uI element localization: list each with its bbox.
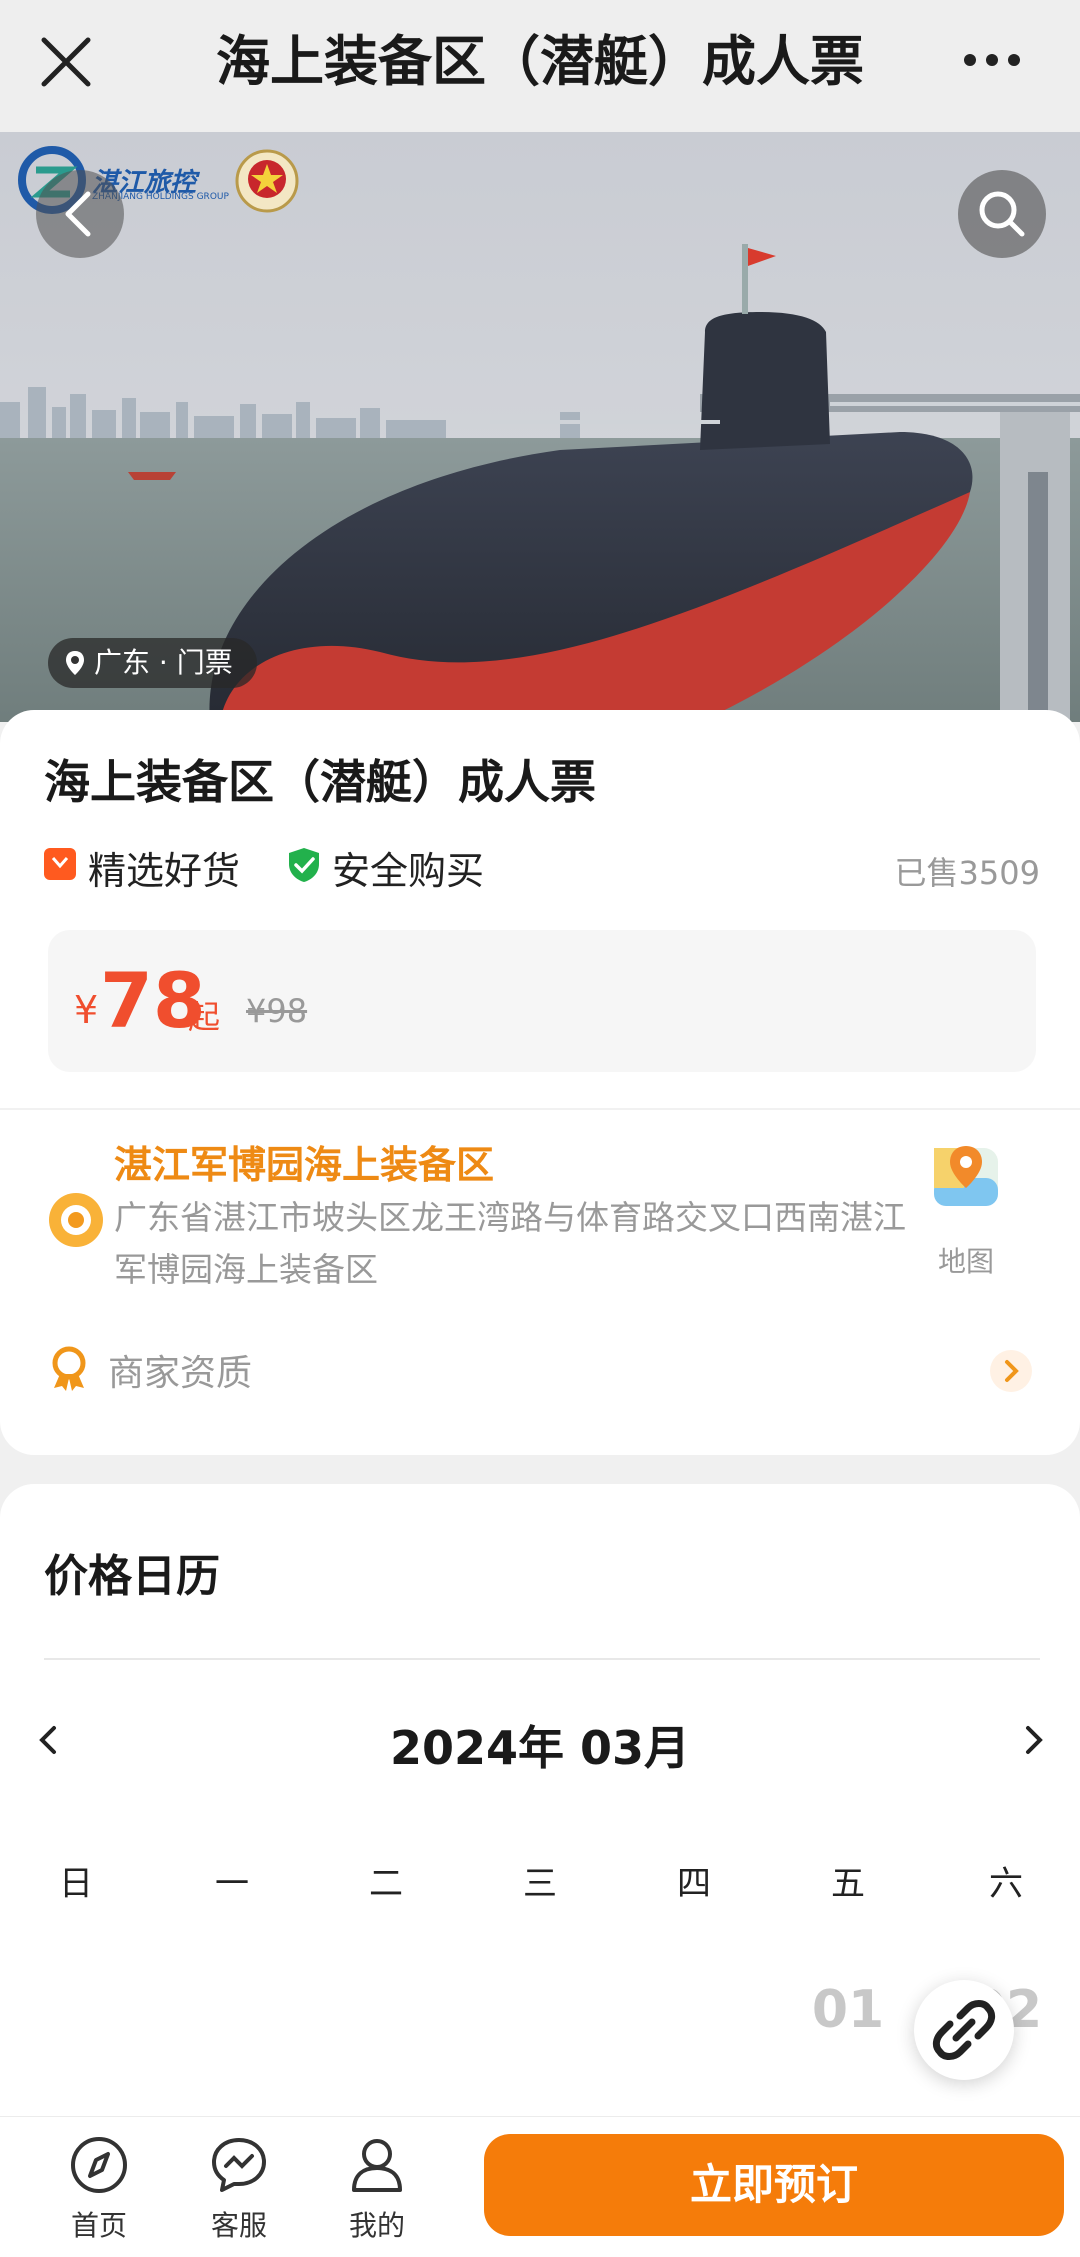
prev-month-icon[interactable] — [34, 1720, 64, 1760]
product-title: 海上装备区（潜艇）成人票 — [44, 755, 596, 809]
shield-check-icon — [286, 846, 322, 884]
close-icon[interactable] — [34, 30, 98, 94]
weekday-wed: 三 — [523, 1864, 557, 1904]
search-icon[interactable] — [958, 170, 1046, 258]
calendar-day[interactable]: 01 — [798, 1980, 898, 2040]
location-tag-text: 广东 · 门票 — [94, 646, 233, 679]
share-link-icon[interactable] — [914, 1980, 1014, 2080]
tab-mine[interactable]: 我的 — [322, 2126, 432, 2246]
tab-service[interactable]: 客服 — [184, 2126, 294, 2246]
map-icon[interactable] — [928, 1138, 1004, 1214]
more-icon[interactable] — [960, 40, 1024, 80]
tab-home[interactable]: 首页 — [44, 2126, 154, 2246]
calendar-title: 价格日历 — [44, 1551, 220, 1602]
original-price: ¥98 — [246, 992, 308, 1030]
weekday-tue: 二 — [369, 1864, 403, 1904]
venue-name[interactable]: 湛江军博园海上装备区 — [114, 1134, 494, 1189]
venue-address: 广东省湛江市坡头区龙王湾路与体育路交叉口西南湛江军博园海上装备区 — [114, 1198, 906, 1289]
weekday-sat: 六 — [989, 1864, 1023, 1904]
tab-mine-label: 我的 — [348, 2209, 405, 2242]
tag-safe-purchase: 安全购买 — [332, 849, 485, 893]
map-label[interactable]: 地图 — [920, 1240, 1012, 1280]
book-now-button[interactable]: 立即预订 — [484, 2134, 1064, 2236]
tab-home-label: 首页 — [70, 2209, 127, 2242]
merchant-qualification[interactable]: 商家资质 — [108, 1344, 252, 1396]
tag-selected-goods: 精选好货 — [88, 849, 241, 893]
divider — [0, 1108, 1080, 1110]
next-month-icon[interactable] — [1018, 1720, 1048, 1760]
emblem-icon — [232, 146, 302, 216]
weekday-thu: 四 — [677, 1864, 711, 1904]
sold-count: 已售3509 — [894, 854, 1040, 892]
compass-icon — [71, 2137, 127, 2193]
location-pin-icon — [66, 651, 84, 675]
hero-image — [0, 132, 1080, 722]
user-icon — [352, 2139, 402, 2192]
page-title: 海上装备区（潜艇）成人票 — [216, 30, 864, 93]
back-button[interactable] — [36, 170, 124, 258]
location-tag: 广东 · 门票 — [48, 638, 257, 688]
chat-icon — [212, 2138, 266, 2192]
divider — [44, 1658, 1040, 1660]
price-suffix: 起 — [188, 998, 221, 1036]
location-icon — [46, 1190, 106, 1250]
chevron-right-icon[interactable] — [990, 1350, 1032, 1392]
selected-goods-icon — [44, 848, 76, 880]
weekday-sun: 日 — [59, 1864, 93, 1904]
badge-icon — [48, 1346, 90, 1392]
calendar-month: 2024年 03月 — [389, 1721, 691, 1775]
weekday-fri: 五 — [831, 1864, 865, 1904]
price-currency: ¥ — [74, 988, 99, 1032]
tab-service-label: 客服 — [210, 2209, 267, 2242]
weekday-mon: 一 — [215, 1864, 249, 1904]
